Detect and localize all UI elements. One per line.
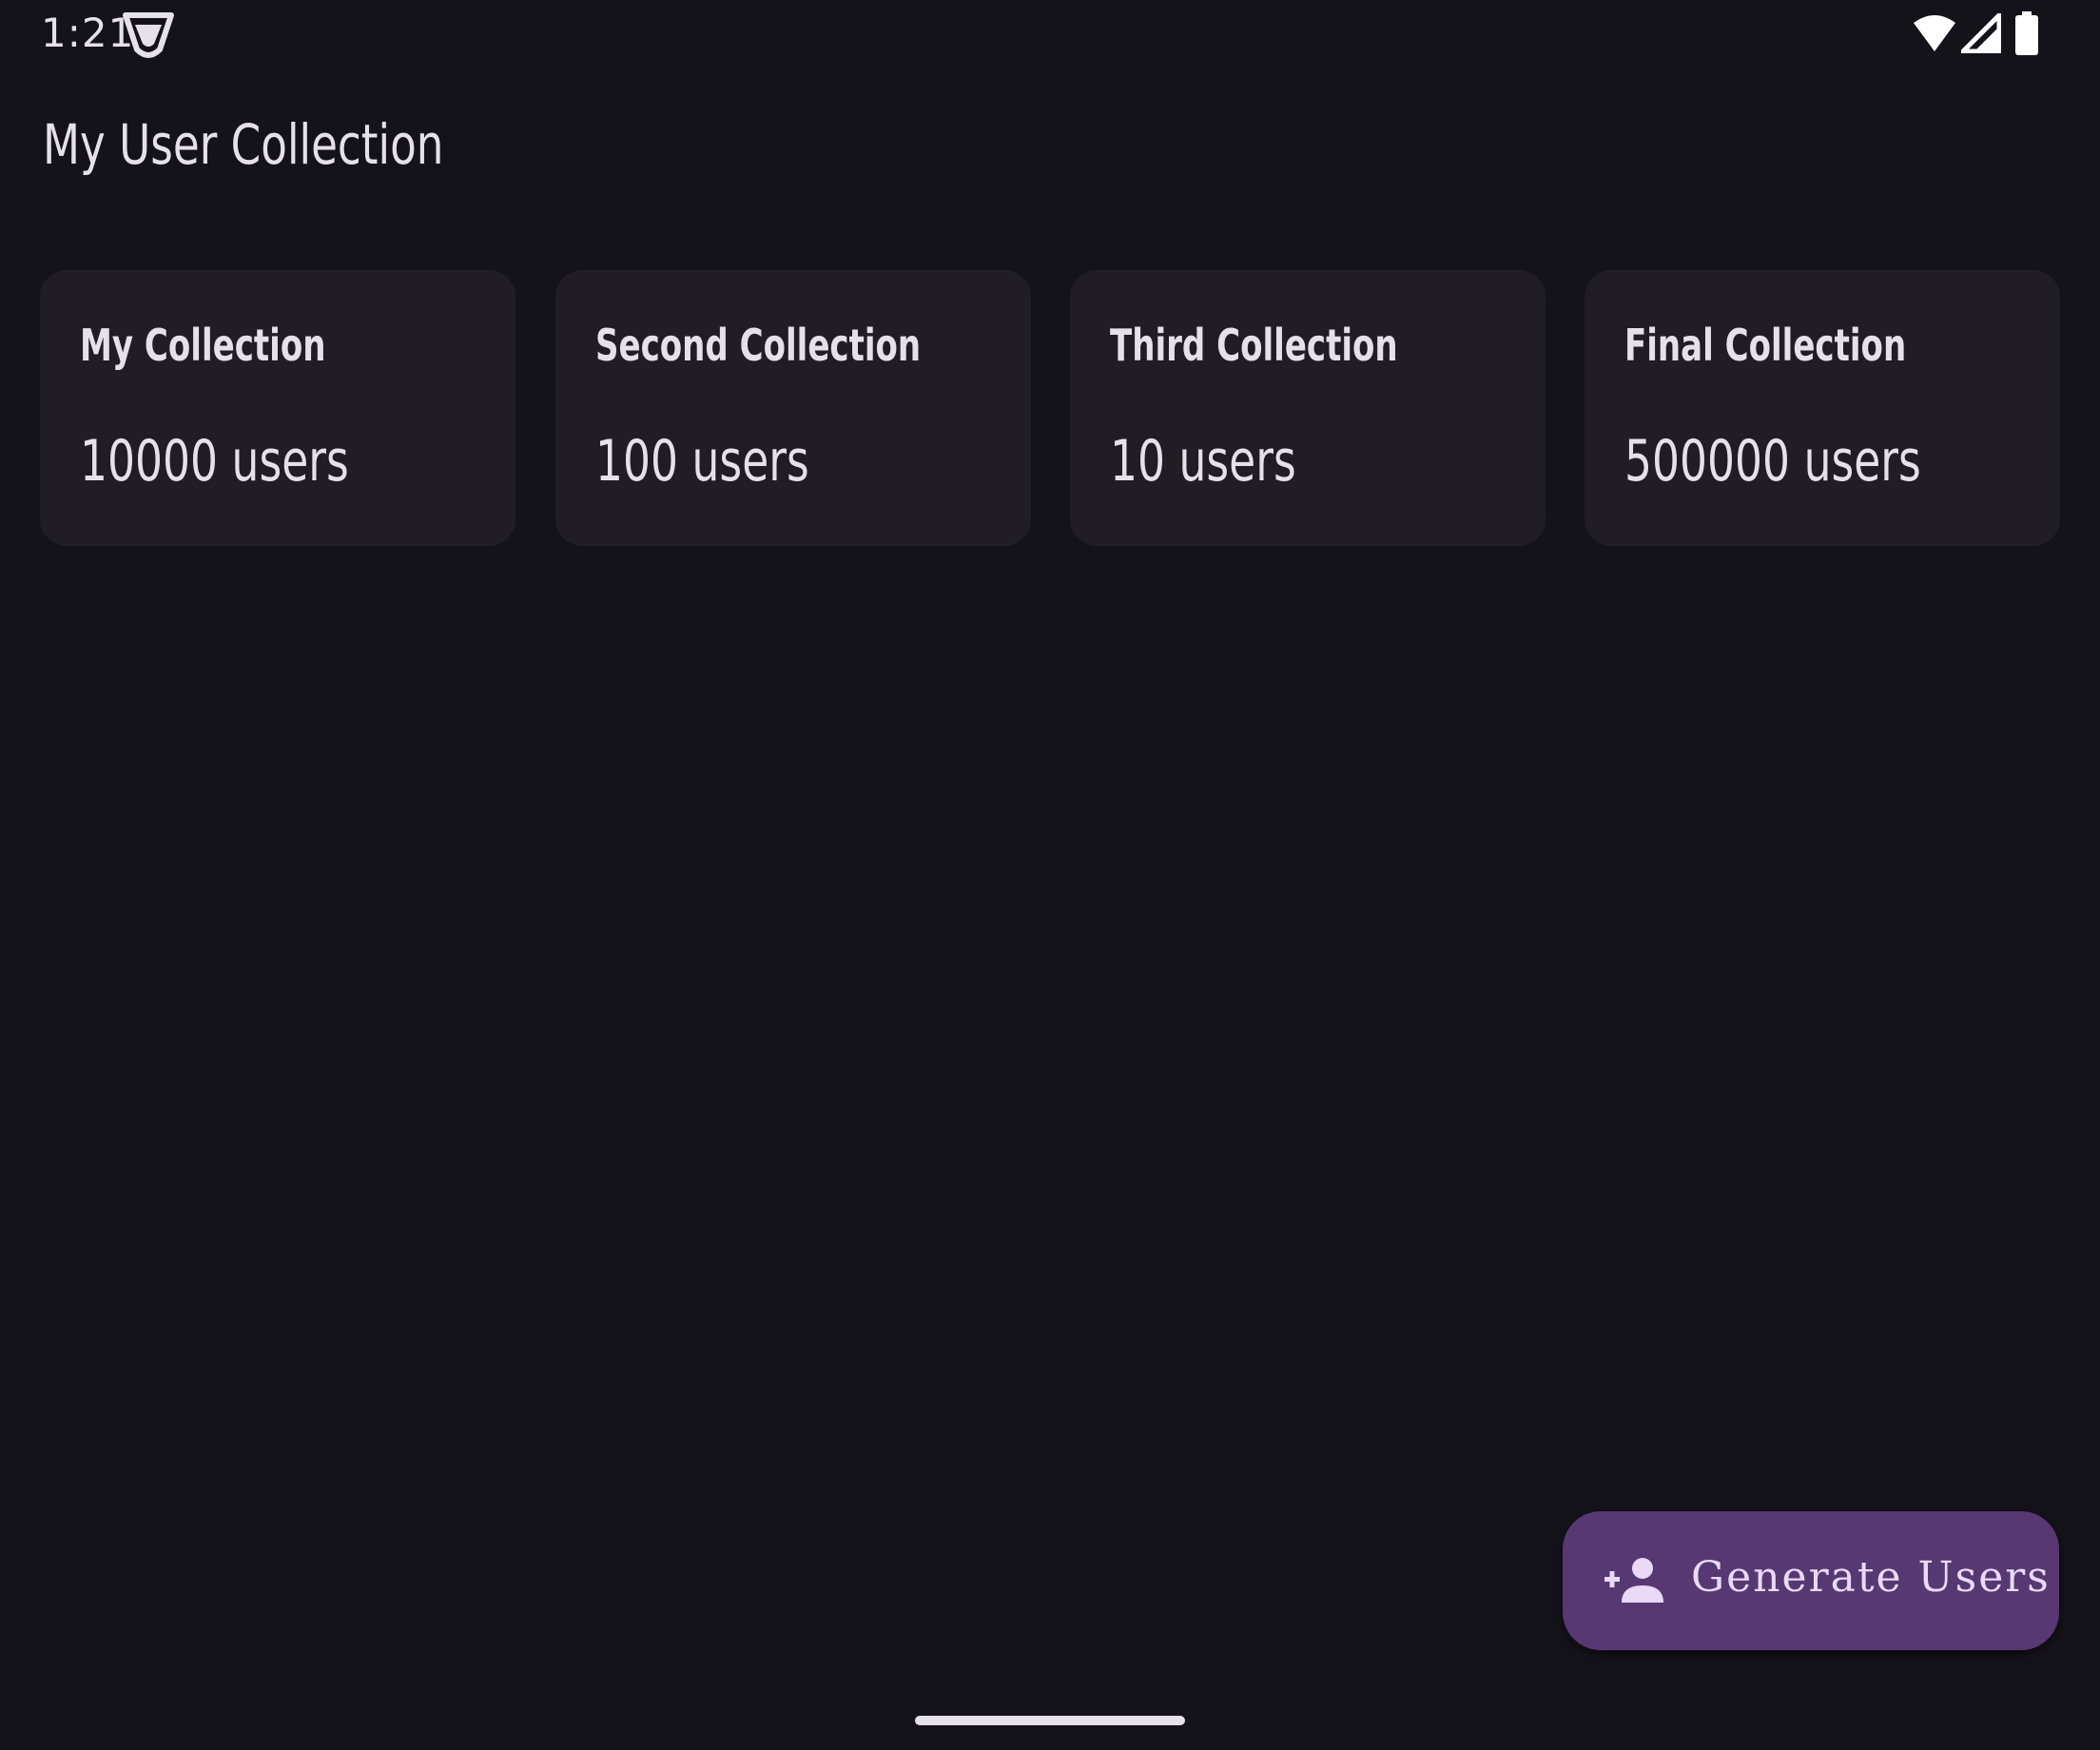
collection-user-count: 500000 users — [1624, 428, 1921, 495]
person-add-icon — [1604, 1558, 1663, 1603]
status-bar: 1:21 — [0, 0, 2100, 72]
collection-card[interactable]: Final Collection 500000 users — [1585, 270, 2060, 546]
collection-name: Third Collection — [1110, 320, 1398, 371]
collection-name: Second Collection — [595, 320, 922, 371]
collection-user-count: 100 users — [595, 428, 809, 495]
collection-list: My Collection 10000 users Second Collect… — [40, 270, 2060, 546]
page-title: My User Collection — [43, 112, 444, 177]
battery-icon — [2015, 11, 2038, 55]
collection-name: Final Collection — [1624, 320, 1907, 371]
generate-users-button[interactable]: Generate Users — [1563, 1511, 2059, 1650]
home-indicator[interactable] — [915, 1716, 1185, 1725]
status-time: 1:21 — [41, 10, 135, 56]
collection-user-count: 10000 users — [80, 428, 349, 495]
generate-users-label: Generate Users — [1691, 1553, 2051, 1602]
signal-icon — [1961, 13, 2001, 53]
collection-card[interactable]: Second Collection 100 users — [555, 270, 1031, 546]
collection-name: My Collection — [80, 320, 326, 371]
collection-user-count: 10 users — [1110, 428, 1296, 495]
collection-card[interactable]: My Collection 10000 users — [40, 270, 515, 546]
collection-card[interactable]: Third Collection 10 users — [1070, 270, 1546, 546]
app-badge-icon — [123, 12, 174, 58]
app-screen: 1:21 My User Collection My Collection 10… — [0, 0, 2100, 1750]
wifi-icon — [1914, 15, 1955, 51]
